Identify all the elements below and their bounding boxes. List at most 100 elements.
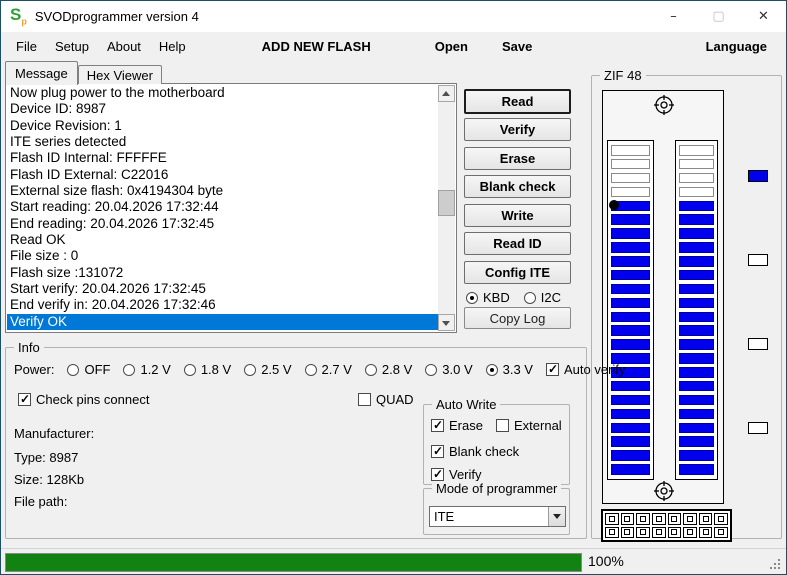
log-scrollbar[interactable] (438, 85, 455, 331)
app-icon: Sp (10, 5, 27, 27)
log-line[interactable]: ITE series detected (7, 134, 438, 150)
verify-button[interactable]: Verify (464, 118, 571, 141)
menu-setup[interactable]: Setup (46, 39, 98, 54)
checkbox-icon (545, 362, 559, 376)
window-title: SVODprogrammer version 4 (34, 9, 199, 24)
auto-write-blank-check-checkbox[interactable]: Blank check (431, 444, 519, 459)
caption-buttons: – ▢ ✕ (651, 1, 786, 32)
connector-pin (605, 513, 619, 525)
pin-slot (679, 408, 714, 420)
auto-write-erase-checkbox[interactable]: Erase (431, 418, 483, 433)
scroll-down-icon[interactable] (438, 314, 455, 331)
connector-pin (636, 526, 650, 538)
connector-pin (714, 526, 728, 538)
pin-slot (611, 158, 650, 170)
pin-slot (611, 464, 650, 475)
power-radio-1.8v[interactable]: 1.8 V (183, 362, 231, 377)
log-line[interactable]: External size flash: 0x4194304 byte (7, 183, 438, 199)
pin-slot (611, 408, 650, 420)
log-line[interactable]: End reading: 20.04.2026 17:32:45 (7, 216, 438, 232)
connector-pin (636, 513, 650, 525)
pin-slot (611, 297, 650, 309)
scroll-up-icon[interactable] (438, 85, 455, 102)
quad-checkbox[interactable]: QUAD (358, 392, 414, 407)
log-line[interactable]: Flash ID Internal: FFFFFE (7, 150, 438, 166)
pin-slot (679, 464, 714, 475)
pin-slot (611, 242, 650, 253)
checkbox-icon (431, 467, 444, 481)
menu-file[interactable]: File (7, 39, 46, 54)
power-radio-2.8v[interactable]: 2.8 V (364, 362, 412, 377)
indicator-on (748, 170, 768, 182)
log-line[interactable]: Flash size :131072 (7, 265, 438, 281)
kbd-radio[interactable]: KBD (466, 290, 510, 305)
connector-pin (683, 526, 697, 538)
log-line[interactable]: Start verify: 20.04.2026 17:32:45 (7, 281, 438, 297)
menu-open[interactable]: Open (426, 39, 477, 54)
erase-button[interactable]: Erase (464, 147, 571, 170)
pin-slot (679, 186, 714, 198)
config-ite-button[interactable]: Config ITE (464, 261, 571, 284)
mode-group-label: Mode of programmer (432, 481, 562, 496)
pin-slot (611, 145, 650, 156)
log-line[interactable]: Verify OK (7, 313, 438, 330)
menu-help[interactable]: Help (150, 39, 195, 54)
power-radio-off[interactable]: OFF (67, 362, 110, 377)
log-line[interactable]: Device Revision: 1 (7, 118, 438, 134)
read-id-button[interactable]: Read ID (464, 232, 571, 255)
info-group-label: Info (14, 340, 44, 355)
connector-pin (651, 513, 666, 525)
power-radio-1.2v[interactable]: 1.2 V (123, 362, 171, 377)
auto-write-external-checkbox[interactable]: External (496, 418, 562, 433)
scrollbar-thumb[interactable] (438, 190, 455, 216)
close-button[interactable]: ✕ (741, 1, 786, 32)
minimize-button[interactable]: – (651, 1, 696, 32)
pin-slot (611, 172, 650, 184)
screw-icon (653, 480, 675, 502)
write-button[interactable]: Write (464, 204, 571, 227)
zif-socket (602, 90, 724, 504)
i2c-radio[interactable]: I2C (523, 290, 561, 305)
tab-hex-viewer[interactable]: Hex Viewer (77, 65, 162, 84)
chevron-down-icon[interactable] (548, 507, 565, 526)
resize-grip[interactable] (778, 567, 780, 569)
radio-icon (425, 363, 438, 376)
tab-message[interactable]: Message (5, 61, 78, 85)
power-radio-2.5v[interactable]: 2.5 V (244, 362, 292, 377)
size-label: Size: 128Kb (14, 472, 85, 487)
power-radio-3.0v[interactable]: 3.0 V (425, 362, 473, 377)
log-line[interactable]: File size : 0 (7, 248, 438, 264)
pin-slot (679, 145, 714, 156)
log-line[interactable]: Device ID: 8987 (7, 101, 438, 117)
radio-icon (183, 363, 196, 376)
log-line[interactable]: Now plug power to the motherboard (7, 85, 438, 101)
pin-slot (679, 200, 714, 212)
pin-slot (679, 283, 714, 295)
auto-write-verify-checkbox[interactable]: Verify (431, 467, 482, 482)
check-pins-checkbox[interactable]: Check pins connect (18, 392, 149, 407)
pin-column-left (607, 140, 654, 480)
maximize-button[interactable]: ▢ (696, 1, 741, 32)
menu-about[interactable]: About (98, 39, 150, 54)
menu-language[interactable]: Language (697, 39, 776, 54)
read-button[interactable]: Read (464, 89, 571, 114)
power-radio-3.3v[interactable]: 3.3 V (485, 362, 533, 377)
blank-check-button[interactable]: Blank check (464, 175, 571, 198)
auto-verify-checkbox[interactable]: Auto verify (545, 362, 625, 377)
log-line[interactable]: Read OK (7, 232, 438, 248)
log-line[interactable]: End verify in: 20.04.2026 17:32:46 (7, 297, 438, 313)
radio-icon (67, 363, 80, 376)
menu-save[interactable]: Save (493, 39, 541, 54)
app-window: Sp SVODprogrammer version 4 – ▢ ✕ File S… (0, 0, 787, 575)
checkbox-icon (496, 419, 509, 432)
mode-dropdown[interactable]: ITE (429, 506, 566, 527)
copy-log-button[interactable]: Copy Log (464, 307, 571, 329)
log-line[interactable]: Flash ID External: C22016 (7, 167, 438, 183)
pin-one-marker (609, 200, 619, 210)
log-line[interactable]: Start reading: 20.04.2026 17:32:44 (7, 199, 438, 215)
pin-slot (679, 325, 714, 336)
menu-add-new-flash[interactable]: ADD NEW FLASH (253, 39, 380, 54)
progress-bar (5, 553, 582, 572)
power-radio-2.7v[interactable]: 2.7 V (304, 362, 352, 377)
message-log: Now plug power to the motherboard Device … (5, 83, 457, 333)
